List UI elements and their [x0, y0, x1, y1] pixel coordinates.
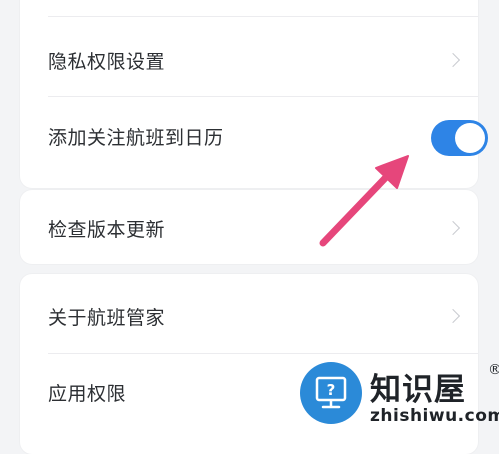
toggle-knob — [455, 123, 485, 153]
about-app-row[interactable]: 关于航班管家 — [48, 278, 478, 354]
watermark-subtitle: zhishiwu.com — [370, 406, 499, 426]
chevron-right-icon — [445, 220, 461, 236]
divider — [48, 16, 478, 17]
question-monitor-icon: ? — [300, 362, 362, 424]
chevron-right-icon — [445, 52, 461, 68]
settings-card-update: 检查版本更新 — [20, 190, 478, 264]
privacy-settings-row[interactable]: 隐私权限设置 — [48, 22, 478, 98]
add-flight-calendar-label: 添加关注航班到日历 — [48, 126, 224, 149]
svg-text:?: ? — [327, 381, 336, 399]
settings-card-general: 隐私权限设置 添加关注航班到日历 — [20, 0, 488, 188]
about-app-label: 关于航班管家 — [48, 306, 166, 329]
divider — [48, 96, 478, 97]
watermark: ? 知识屋 ® zhishiwu.com — [300, 362, 499, 430]
privacy-settings-label: 隐私权限设置 — [48, 50, 166, 73]
add-flight-calendar-row: 添加关注航班到日历 — [48, 98, 488, 174]
registered-mark: ® — [488, 362, 499, 378]
check-update-label: 检查版本更新 — [48, 218, 166, 241]
add-flight-calendar-toggle[interactable] — [431, 120, 488, 156]
check-update-row[interactable]: 检查版本更新 — [48, 190, 478, 266]
app-permissions-label: 应用权限 — [48, 382, 127, 405]
watermark-title: 知识屋 — [370, 372, 466, 408]
chevron-right-icon — [445, 308, 461, 324]
